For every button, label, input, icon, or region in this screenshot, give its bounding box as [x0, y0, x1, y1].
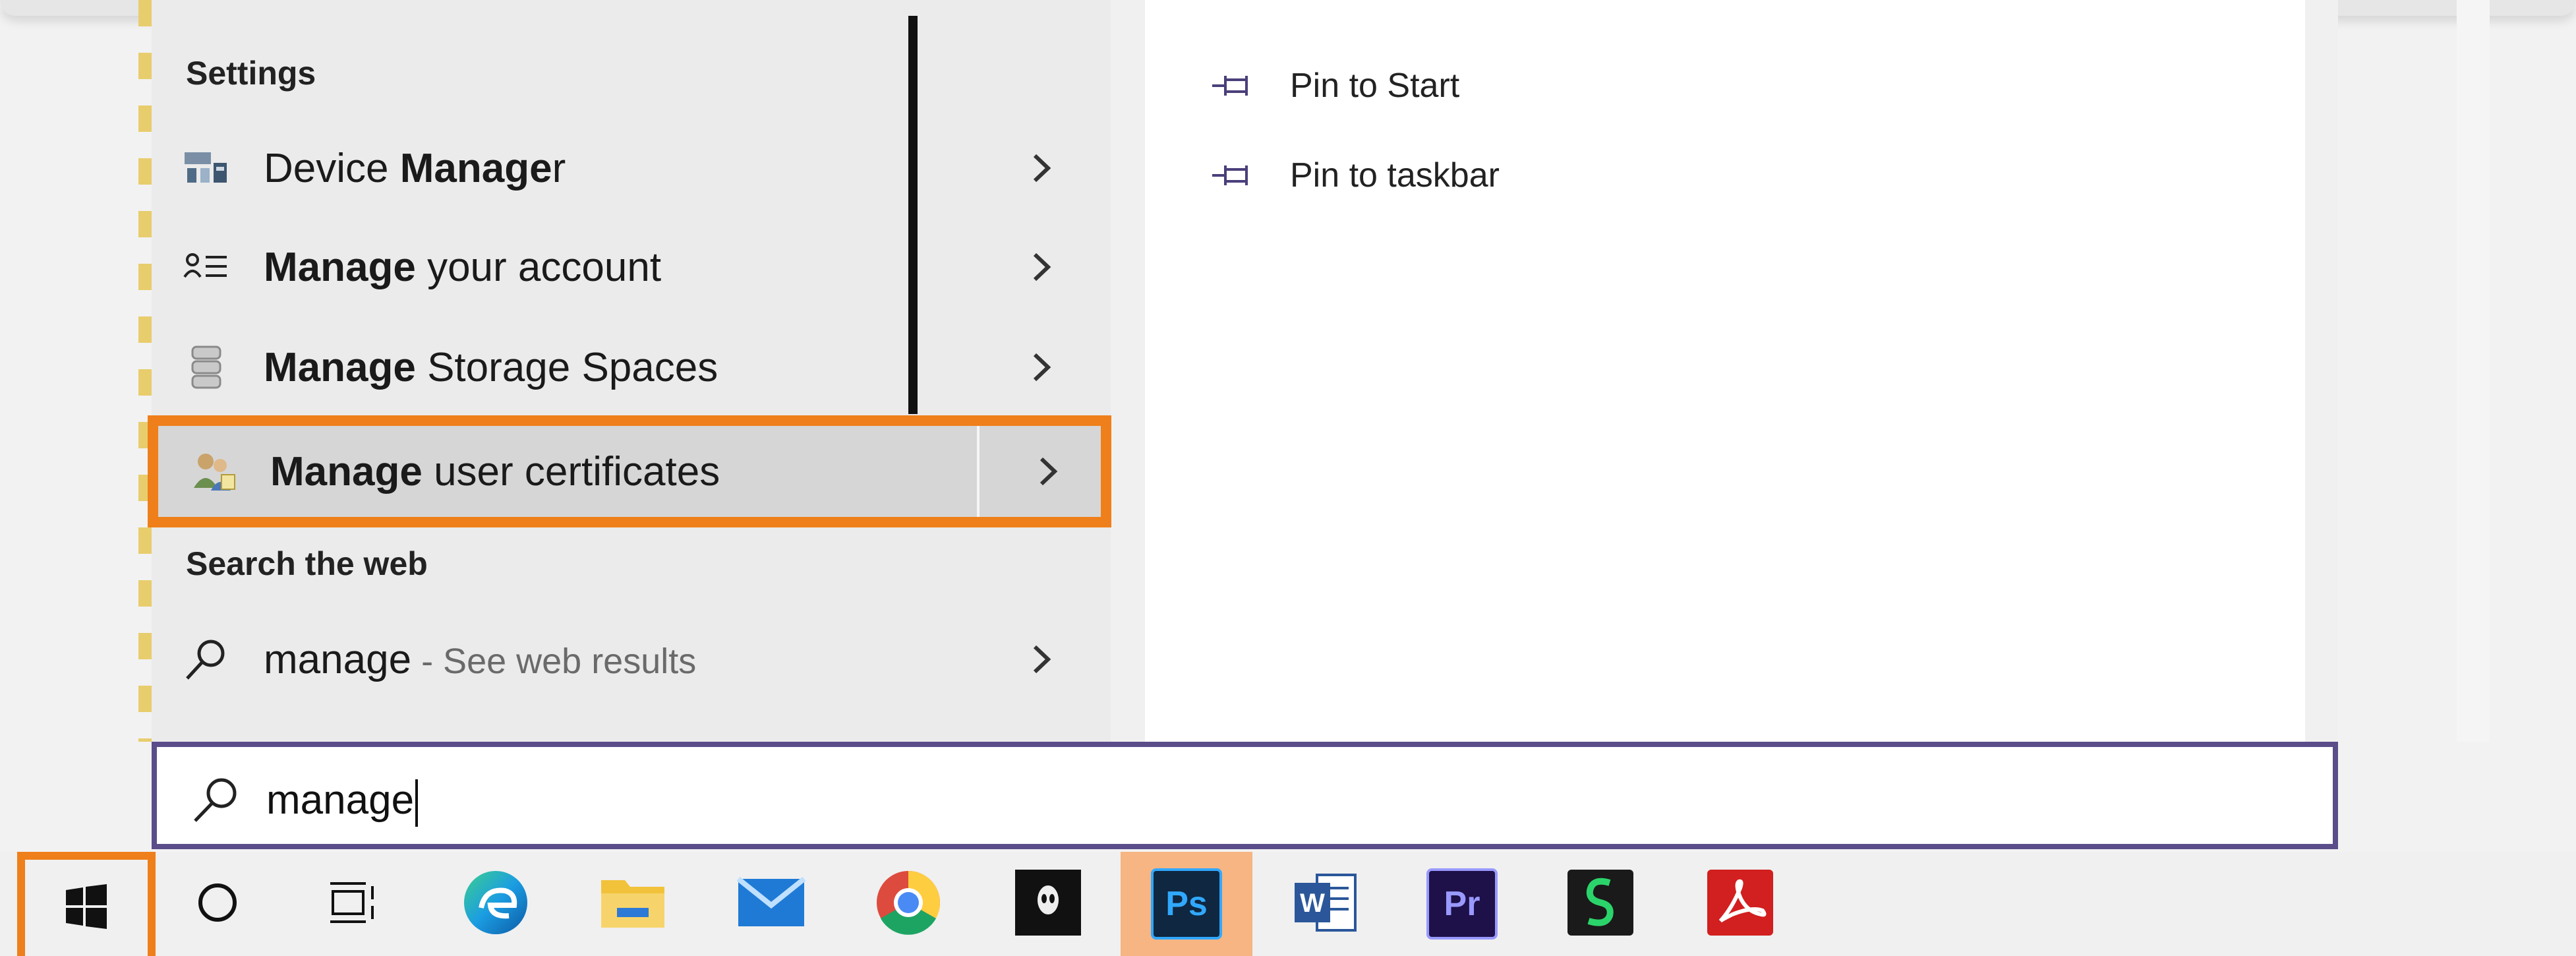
- edge-browser-icon: [461, 868, 530, 940]
- acrobat-icon: [1706, 868, 1774, 940]
- chevron-right-icon[interactable]: [1022, 640, 1061, 679]
- s-logo-app-icon: [1566, 868, 1635, 940]
- mail-icon: [736, 876, 806, 932]
- pin-to-start-action[interactable]: Pin to Start: [1211, 66, 1459, 105]
- pin-icon: [1211, 69, 1257, 102]
- chevron-right-icon[interactable]: [1022, 247, 1061, 287]
- action-label: Pin to taskbar: [1290, 156, 1500, 194]
- pin-icon: [1211, 159, 1257, 192]
- result-label: Manage user certificates: [270, 448, 720, 494]
- chrome-button[interactable]: [842, 852, 974, 956]
- file-explorer-button[interactable]: [567, 852, 699, 956]
- word-icon: W: [1291, 868, 1359, 940]
- result-manage-account[interactable]: Manage your account: [152, 218, 1111, 316]
- account-icon: [183, 244, 229, 290]
- start-menu: Settings Device Manager Manage your acco…: [148, 0, 2490, 742]
- section-title-settings: Settings: [186, 55, 316, 92]
- detail-pane-edge: [2457, 0, 2490, 742]
- result-user-certificates[interactable]: Manage user certificates: [148, 415, 1111, 527]
- start-button[interactable]: [17, 852, 156, 956]
- web-results-hint: - See web results: [411, 641, 697, 681]
- premiere-icon: Pr: [1426, 868, 1498, 940]
- search-input[interactable]: manage: [266, 777, 419, 827]
- word-letter: W: [1300, 889, 1325, 918]
- left-decorative-strip: [138, 0, 152, 742]
- result-web-search[interactable]: manage - See web results: [152, 610, 1111, 709]
- folder-icon: [599, 871, 667, 938]
- certificates-icon: [191, 448, 237, 494]
- result-storage-spaces[interactable]: Manage Storage Spaces: [152, 318, 1111, 417]
- acrobat-button[interactable]: [1674, 852, 1806, 956]
- chrome-icon: [874, 868, 943, 940]
- task-view-button[interactable]: [287, 852, 419, 956]
- alienware-button[interactable]: [982, 852, 1114, 956]
- device-manager-icon: [183, 145, 229, 191]
- photoshop-icon: Ps: [1151, 868, 1222, 940]
- result-label: Manage Storage Spaces: [264, 344, 718, 390]
- photoshop-button[interactable]: Ps: [1121, 852, 1252, 956]
- detail-pane: Pin to Start Pin to taskbar: [1145, 0, 2305, 742]
- taskbar: Ps W Pr: [0, 852, 2576, 956]
- result-label: Device Manager: [264, 145, 566, 191]
- chevron-right-icon[interactable]: [1028, 452, 1068, 491]
- search-results-pane: Settings Device Manager Manage your acco…: [148, 0, 1111, 742]
- storage-icon: [183, 344, 229, 390]
- chevron-right-icon[interactable]: [1022, 148, 1061, 188]
- text-caret: [415, 779, 419, 827]
- premiere-button[interactable]: Pr: [1396, 852, 1528, 956]
- edge-button[interactable]: [430, 852, 562, 956]
- result-label: Manage your account: [264, 244, 662, 290]
- mail-button[interactable]: [705, 852, 837, 956]
- alien-app-icon: [1014, 868, 1082, 940]
- windows-logo-icon: [63, 883, 109, 933]
- app-s-button[interactable]: [1535, 852, 1666, 956]
- cortana-circle-icon: [194, 880, 241, 929]
- result-label: manage - See web results: [264, 636, 697, 682]
- word-button[interactable]: W: [1259, 852, 1391, 956]
- chevron-right-icon[interactable]: [1022, 347, 1061, 387]
- search-icon: [183, 636, 229, 682]
- search-icon: [190, 773, 243, 826]
- result-device-manager[interactable]: Device Manager: [152, 119, 1111, 218]
- section-title-web: Search the web: [186, 545, 428, 582]
- pin-to-taskbar-action[interactable]: Pin to taskbar: [1211, 156, 1500, 195]
- cortana-button[interactable]: [152, 852, 283, 956]
- action-label: Pin to Start: [1290, 67, 1460, 105]
- row-separator: [977, 426, 980, 517]
- task-view-icon: [326, 880, 379, 929]
- search-box[interactable]: manage: [152, 742, 2338, 849]
- pane-divider: [908, 16, 918, 414]
